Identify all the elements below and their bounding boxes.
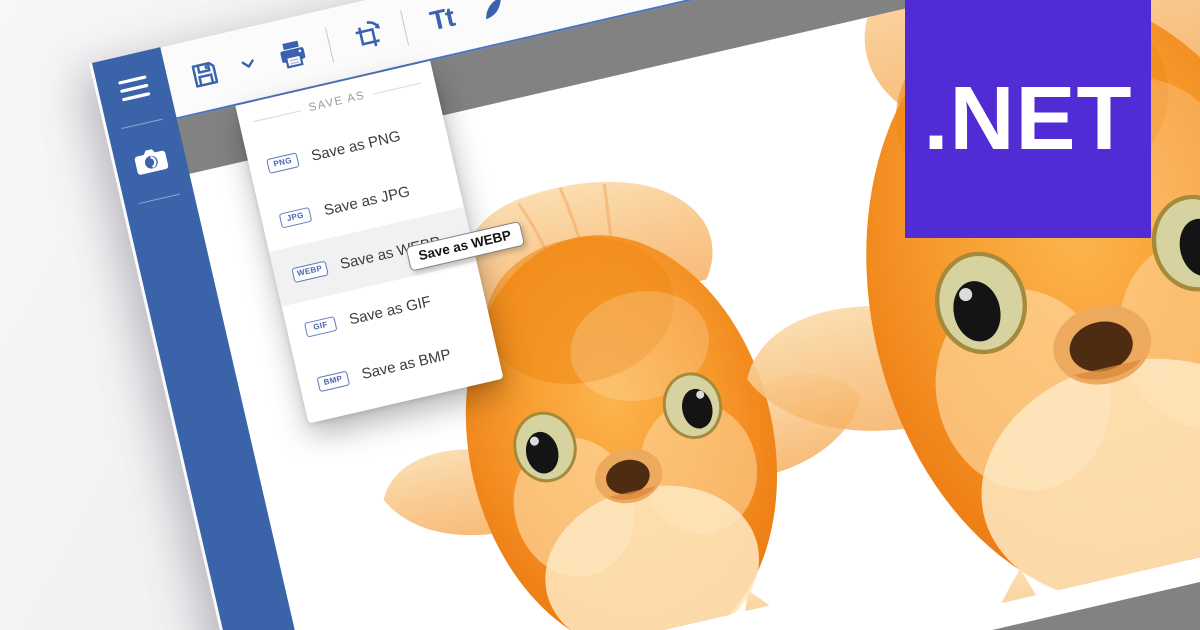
- toolbar-separator: [400, 10, 409, 45]
- text-tool-button[interactable]: Tt: [413, 0, 471, 53]
- hamburger-menu-button[interactable]: [117, 75, 151, 105]
- floppy-disk-icon: [186, 55, 223, 92]
- sidebar-divider: [121, 119, 162, 129]
- camera-icon: [130, 142, 171, 178]
- crop-rotate-button[interactable]: [338, 3, 396, 70]
- menu-item-label: Save as PNG: [310, 127, 402, 164]
- pen-tool-icon: [474, 0, 511, 26]
- header-line: [253, 110, 301, 122]
- save-button[interactable]: [175, 41, 233, 108]
- text-tool-icon: Tt: [427, 1, 457, 36]
- dotnet-logo-badge: .NET: [905, 0, 1151, 238]
- sidebar-divider: [139, 194, 180, 204]
- pen-tool-button[interactable]: [464, 0, 522, 41]
- print-button[interactable]: [263, 20, 321, 87]
- header-line: [373, 82, 421, 94]
- chevron-down-icon: [235, 51, 261, 77]
- menu-item-label: Save as JPG: [322, 183, 411, 219]
- hamburger-icon: [117, 75, 150, 102]
- camera-tool-button[interactable]: [130, 142, 171, 181]
- printer-icon: [273, 35, 310, 72]
- save-options-button[interactable]: [226, 32, 270, 96]
- hero-banner: Tt: [0, 0, 1200, 630]
- save-as-menu-title: SAVE AS: [308, 90, 367, 115]
- bmp-format-icon: BMP: [316, 370, 350, 392]
- webp-format-icon: WEBP: [291, 260, 328, 282]
- toolbar-separator: [325, 27, 334, 62]
- gif-format-icon: GIF: [304, 316, 338, 338]
- dotnet-logo-text: .NET: [923, 68, 1132, 171]
- png-format-icon: PNG: [266, 152, 300, 174]
- jpg-format-icon: JPG: [279, 206, 313, 228]
- menu-item-label: Save as GIF: [347, 293, 432, 328]
- crop-rotate-icon: [348, 18, 385, 55]
- menu-item-label: Save as BMP: [360, 346, 452, 383]
